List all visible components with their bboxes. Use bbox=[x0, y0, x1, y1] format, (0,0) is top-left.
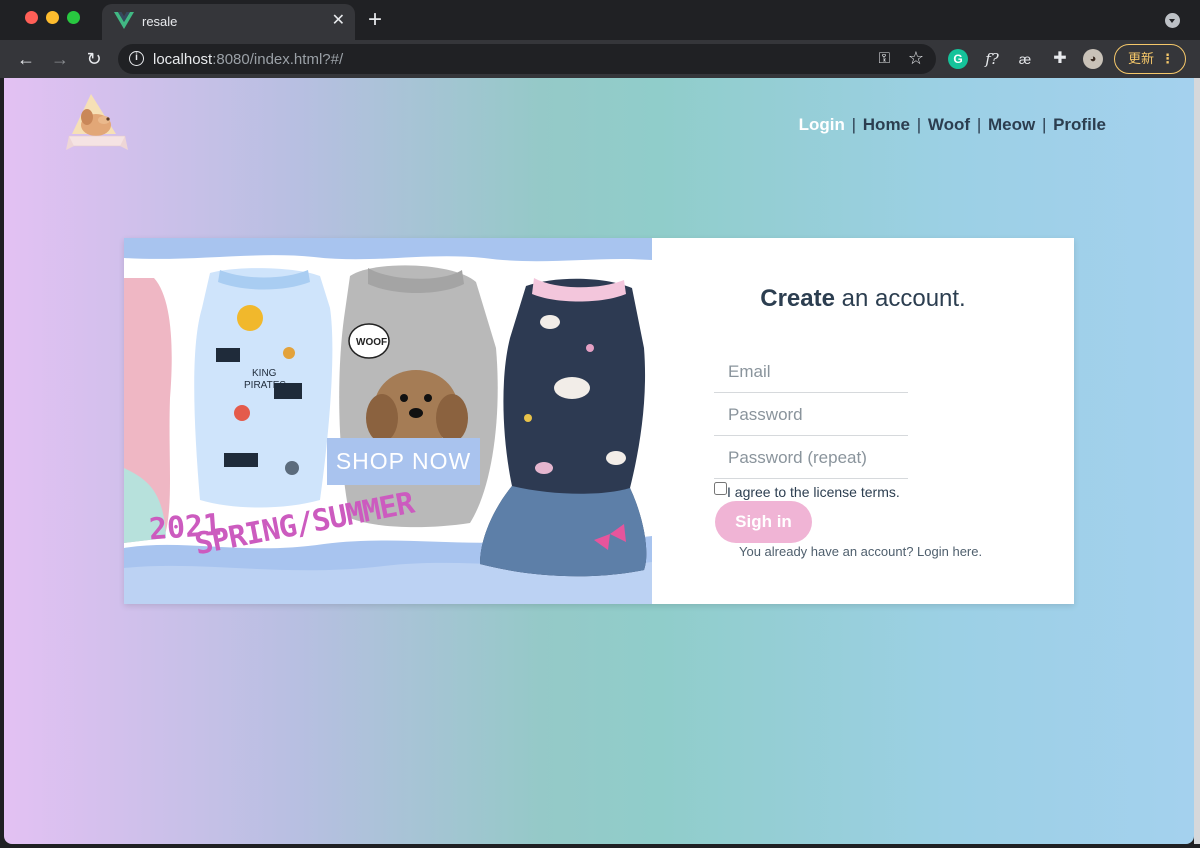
nav-woof-link[interactable]: Woof bbox=[928, 115, 970, 134]
browser-tab[interactable]: resale ✕ bbox=[102, 4, 355, 40]
url-path: :8080/index.html?#/ bbox=[212, 51, 344, 68]
nav-meow-link[interactable]: Meow bbox=[988, 115, 1035, 134]
page-viewport: Login | Home | Woof | Meow | Profile KIN… bbox=[4, 78, 1194, 844]
update-button[interactable]: 更新 ⋮ bbox=[1114, 44, 1186, 74]
back-arrow-icon[interactable]: ← bbox=[14, 47, 38, 71]
url-host: localhost bbox=[153, 51, 213, 68]
sign-in-button[interactable]: Sigh in bbox=[715, 501, 812, 543]
grammarly-extension-icon[interactable]: G bbox=[948, 49, 968, 69]
new-tab-icon[interactable]: + bbox=[368, 6, 382, 34]
woof-patch-text: WOOF bbox=[356, 337, 387, 348]
maximize-window-button[interactable] bbox=[67, 11, 80, 24]
promo-banner[interactable]: KING PIRATES WOOF SHOP NOW 2021 SPRING/S… bbox=[124, 238, 652, 604]
nav-login-link[interactable]: Login bbox=[799, 115, 845, 134]
vue-logo-icon bbox=[114, 12, 134, 29]
bookmark-star-icon[interactable]: ☆ bbox=[908, 48, 924, 69]
site-info-icon[interactable]: i bbox=[129, 51, 144, 66]
terms-label: I agree to the license terms. bbox=[727, 484, 900, 500]
more-menu-icon: ⋮ bbox=[1161, 51, 1174, 66]
terms-checkbox[interactable] bbox=[714, 482, 727, 495]
form-title-bold: Create bbox=[760, 285, 835, 312]
reload-icon[interactable]: ↻ bbox=[82, 47, 106, 71]
forward-arrow-icon[interactable]: → bbox=[48, 47, 72, 71]
tab-search-icon[interactable] bbox=[1165, 13, 1180, 28]
window-edge bbox=[1194, 78, 1200, 844]
key-icon[interactable]: ⚿ bbox=[879, 50, 890, 67]
browser-tab-bar: resale ✕ + bbox=[0, 0, 1200, 40]
minimize-window-button[interactable] bbox=[46, 11, 59, 24]
form-title: Create an account. bbox=[652, 285, 1074, 313]
profile-avatar-icon[interactable]: ◕ bbox=[1083, 49, 1103, 69]
shop-now-button[interactable]: SHOP NOW bbox=[327, 438, 480, 485]
address-bar[interactable]: i localhost:8080/index.html?#/ ⚿ ☆ bbox=[118, 44, 936, 74]
nav-profile-link[interactable]: Profile bbox=[1053, 115, 1106, 134]
form-title-rest: an account. bbox=[834, 285, 966, 312]
formula-extension-icon[interactable]: f? bbox=[982, 49, 1002, 69]
email-field[interactable] bbox=[714, 351, 908, 393]
terms-row: I agree to the license terms. bbox=[714, 482, 900, 500]
signup-card: KING PIRATES WOOF SHOP NOW 2021 SPRING/S… bbox=[124, 238, 1074, 604]
nav-separator: | bbox=[851, 115, 857, 134]
site-logo[interactable] bbox=[66, 92, 128, 156]
browser-toolbar: ← → ↻ i localhost:8080/index.html?#/ ⚿ ☆… bbox=[0, 40, 1200, 78]
signup-form: Create an account. I agree to the licens… bbox=[652, 238, 1074, 604]
svg-text:KING: KING bbox=[252, 368, 277, 379]
url-text[interactable]: localhost:8080/index.html?#/ bbox=[153, 51, 343, 68]
svg-text:PIRATES: PIRATES bbox=[244, 380, 286, 391]
tab-close-icon[interactable]: ✕ bbox=[332, 11, 345, 31]
main-nav: Login | Home | Woof | Meow | Profile bbox=[799, 115, 1106, 135]
nav-separator: | bbox=[976, 115, 982, 134]
ae-extension-icon[interactable]: æ bbox=[1015, 49, 1035, 69]
update-label: 更新 bbox=[1128, 51, 1155, 66]
password-field[interactable] bbox=[714, 394, 908, 436]
nav-separator: | bbox=[916, 115, 922, 134]
login-here-link[interactable]: You already have an account? Login here. bbox=[739, 544, 982, 559]
tab-title: resale bbox=[142, 14, 178, 29]
extensions-puzzle-icon[interactable]: ✚ bbox=[1050, 49, 1070, 69]
close-window-button[interactable] bbox=[25, 11, 38, 24]
password-repeat-field[interactable] bbox=[714, 437, 908, 479]
nav-separator: | bbox=[1041, 115, 1047, 134]
nav-home-link[interactable]: Home bbox=[863, 115, 910, 134]
